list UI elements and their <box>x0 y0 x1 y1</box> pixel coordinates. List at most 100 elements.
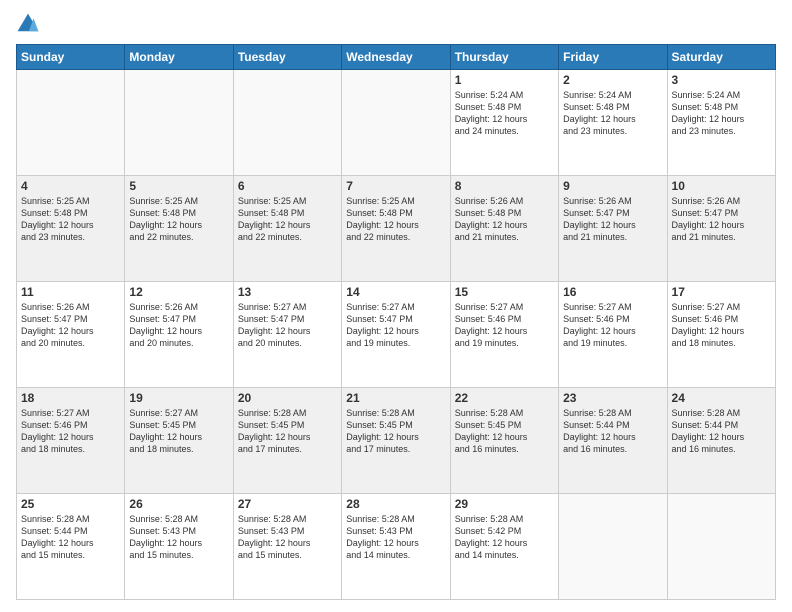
calendar-cell: 5 Sunrise: 5:25 AM Sunset: 5:48 PM Daylig… <box>125 176 233 282</box>
calendar-cell: 14Sunrise: 5:27 AM Sunset: 5:47 PM Dayli… <box>342 282 450 388</box>
day-info: Sunrise: 5:27 AM Sunset: 5:45 PM Dayligh… <box>129 407 228 456</box>
header <box>16 12 776 36</box>
day-number: 27 <box>238 497 337 511</box>
calendar-cell: 10 Sunrise: 5:26 AM Sunset: 5:47 PM Dayli… <box>667 176 775 282</box>
calendar-cell: 7 Sunrise: 5:25 AM Sunset: 5:48 PM Daylig… <box>342 176 450 282</box>
day-info: Sunrise: 5:27 AM Sunset: 5:46 PM Dayligh… <box>455 301 554 350</box>
calendar-day-header: Friday <box>559 45 667 70</box>
day-info: Sunrise: 5:27 AM Sunset: 5:46 PM Dayligh… <box>563 301 662 350</box>
calendar-day-header: Thursday <box>450 45 558 70</box>
calendar-cell: 21 Sunrise: 5:28 AM Sunset: 5:45 PM Dayli… <box>342 388 450 494</box>
calendar-cell <box>125 70 233 176</box>
day-info: Sunrise: 5:26 AM Sunset: 5:47 PM Dayligh… <box>672 195 771 244</box>
day-info: Sunrise: 5:27 AM Sunset: 5:47 PM Dayligh… <box>346 301 445 350</box>
calendar-cell: 27Sunrise: 5:28 AM Sunset: 5:43 PM Dayli… <box>233 494 341 600</box>
day-info: Sunrise: 5:27 AM Sunset: 5:46 PM Dayligh… <box>21 407 120 456</box>
day-number: 4 <box>21 179 120 193</box>
day-number: 17 <box>672 285 771 299</box>
day-info: Sunrise: 5:28 AM Sunset: 5:44 PM Dayligh… <box>672 407 771 456</box>
calendar-header-row: SundayMondayTuesdayWednesdayThursdayFrid… <box>17 45 776 70</box>
calendar-cell: 3 Sunrise: 5:24 AM Sunset: 5:48 PM Daylig… <box>667 70 775 176</box>
calendar-cell: 23 Sunrise: 5:28 AM Sunset: 5:44 PM Dayli… <box>559 388 667 494</box>
day-number: 19 <box>129 391 228 405</box>
calendar-cell: 8Sunrise: 5:26 AM Sunset: 5:48 PM Daylig… <box>450 176 558 282</box>
calendar-table: SundayMondayTuesdayWednesdayThursdayFrid… <box>16 44 776 600</box>
calendar-cell: 26Sunrise: 5:28 AM Sunset: 5:43 PM Dayli… <box>125 494 233 600</box>
calendar-day-header: Tuesday <box>233 45 341 70</box>
day-info: Sunrise: 5:28 AM Sunset: 5:45 PM Dayligh… <box>455 407 554 456</box>
day-info: Sunrise: 5:26 AM Sunset: 5:47 PM Dayligh… <box>129 301 228 350</box>
day-info: Sunrise: 5:25 AM Sunset: 5:48 PM Dayligh… <box>129 195 228 244</box>
day-number: 26 <box>129 497 228 511</box>
calendar-cell: 15 Sunrise: 5:27 AM Sunset: 5:46 PM Dayli… <box>450 282 558 388</box>
day-info: Sunrise: 5:25 AM Sunset: 5:48 PM Dayligh… <box>346 195 445 244</box>
day-number: 15 <box>455 285 554 299</box>
day-number: 7 <box>346 179 445 193</box>
day-number: 20 <box>238 391 337 405</box>
calendar-cell: 4 Sunrise: 5:25 AM Sunset: 5:48 PM Daylig… <box>17 176 125 282</box>
day-number: 5 <box>129 179 228 193</box>
day-info: Sunrise: 5:25 AM Sunset: 5:48 PM Dayligh… <box>21 195 120 244</box>
logo <box>16 12 44 36</box>
calendar-week-row: 11 Sunrise: 5:26 AM Sunset: 5:47 PM Dayli… <box>17 282 776 388</box>
day-info: Sunrise: 5:28 AM Sunset: 5:44 PM Dayligh… <box>21 513 120 562</box>
day-info: Sunrise: 5:27 AM Sunset: 5:47 PM Dayligh… <box>238 301 337 350</box>
day-info: Sunrise: 5:25 AM Sunset: 5:48 PM Dayligh… <box>238 195 337 244</box>
day-number: 10 <box>672 179 771 193</box>
calendar-cell <box>233 70 341 176</box>
day-number: 1 <box>455 73 554 87</box>
day-info: Sunrise: 5:28 AM Sunset: 5:44 PM Dayligh… <box>563 407 662 456</box>
calendar-cell: 19 Sunrise: 5:27 AM Sunset: 5:45 PM Dayli… <box>125 388 233 494</box>
calendar-cell <box>17 70 125 176</box>
calendar-cell: 22 Sunrise: 5:28 AM Sunset: 5:45 PM Dayli… <box>450 388 558 494</box>
calendar-cell <box>342 70 450 176</box>
day-number: 24 <box>672 391 771 405</box>
calendar-day-header: Wednesday <box>342 45 450 70</box>
calendar-cell: 25Sunrise: 5:28 AM Sunset: 5:44 PM Dayli… <box>17 494 125 600</box>
calendar-cell: 16 Sunrise: 5:27 AM Sunset: 5:46 PM Dayli… <box>559 282 667 388</box>
calendar-cell: 17Sunrise: 5:27 AM Sunset: 5:46 PM Dayli… <box>667 282 775 388</box>
day-number: 3 <box>672 73 771 87</box>
calendar-day-header: Monday <box>125 45 233 70</box>
calendar-cell: 6 Sunrise: 5:25 AM Sunset: 5:48 PM Daylig… <box>233 176 341 282</box>
calendar-cell: 12 Sunrise: 5:26 AM Sunset: 5:47 PM Dayli… <box>125 282 233 388</box>
calendar-cell: 1Sunrise: 5:24 AM Sunset: 5:48 PM Daylig… <box>450 70 558 176</box>
calendar-week-row: 25Sunrise: 5:28 AM Sunset: 5:44 PM Dayli… <box>17 494 776 600</box>
calendar-cell <box>559 494 667 600</box>
day-number: 29 <box>455 497 554 511</box>
day-number: 12 <box>129 285 228 299</box>
page: SundayMondayTuesdayWednesdayThursdayFrid… <box>0 0 792 612</box>
day-number: 22 <box>455 391 554 405</box>
calendar-cell <box>667 494 775 600</box>
day-number: 18 <box>21 391 120 405</box>
day-info: Sunrise: 5:26 AM Sunset: 5:47 PM Dayligh… <box>563 195 662 244</box>
day-info: Sunrise: 5:26 AM Sunset: 5:48 PM Dayligh… <box>455 195 554 244</box>
day-info: Sunrise: 5:26 AM Sunset: 5:47 PM Dayligh… <box>21 301 120 350</box>
calendar-day-header: Sunday <box>17 45 125 70</box>
day-number: 11 <box>21 285 120 299</box>
day-number: 16 <box>563 285 662 299</box>
day-number: 28 <box>346 497 445 511</box>
calendar-cell: 28 Sunrise: 5:28 AM Sunset: 5:43 PM Dayli… <box>342 494 450 600</box>
day-info: Sunrise: 5:28 AM Sunset: 5:42 PM Dayligh… <box>455 513 554 562</box>
calendar-day-header: Saturday <box>667 45 775 70</box>
day-number: 13 <box>238 285 337 299</box>
day-number: 21 <box>346 391 445 405</box>
calendar-cell: 29 Sunrise: 5:28 AM Sunset: 5:42 PM Dayli… <box>450 494 558 600</box>
day-info: Sunrise: 5:28 AM Sunset: 5:45 PM Dayligh… <box>346 407 445 456</box>
calendar-cell: 20Sunrise: 5:28 AM Sunset: 5:45 PM Dayli… <box>233 388 341 494</box>
calendar-cell: 18 Sunrise: 5:27 AM Sunset: 5:46 PM Dayli… <box>17 388 125 494</box>
logo-icon <box>16 12 40 36</box>
calendar-week-row: 1 Sunrise: 5:24 AM Sunset: 5:48 PM Daylig… <box>17 70 776 176</box>
calendar-cell: 9Sunrise: 5:26 AM Sunset: 5:47 PM Daylig… <box>559 176 667 282</box>
day-number: 2 <box>563 73 662 87</box>
day-info: Sunrise: 5:24 AM Sunset: 5:48 PM Dayligh… <box>563 89 662 138</box>
day-info: Sunrise: 5:24 AM Sunset: 5:48 PM Dayligh… <box>672 89 771 138</box>
day-number: 6 <box>238 179 337 193</box>
calendar-week-row: 4 Sunrise: 5:25 AM Sunset: 5:48 PM Daylig… <box>17 176 776 282</box>
calendar-week-row: 18 Sunrise: 5:27 AM Sunset: 5:46 PM Dayli… <box>17 388 776 494</box>
calendar-cell: 11 Sunrise: 5:26 AM Sunset: 5:47 PM Dayli… <box>17 282 125 388</box>
day-info: Sunrise: 5:28 AM Sunset: 5:43 PM Dayligh… <box>346 513 445 562</box>
calendar-cell: 2 Sunrise: 5:24 AM Sunset: 5:48 PM Daylig… <box>559 70 667 176</box>
day-number: 23 <box>563 391 662 405</box>
